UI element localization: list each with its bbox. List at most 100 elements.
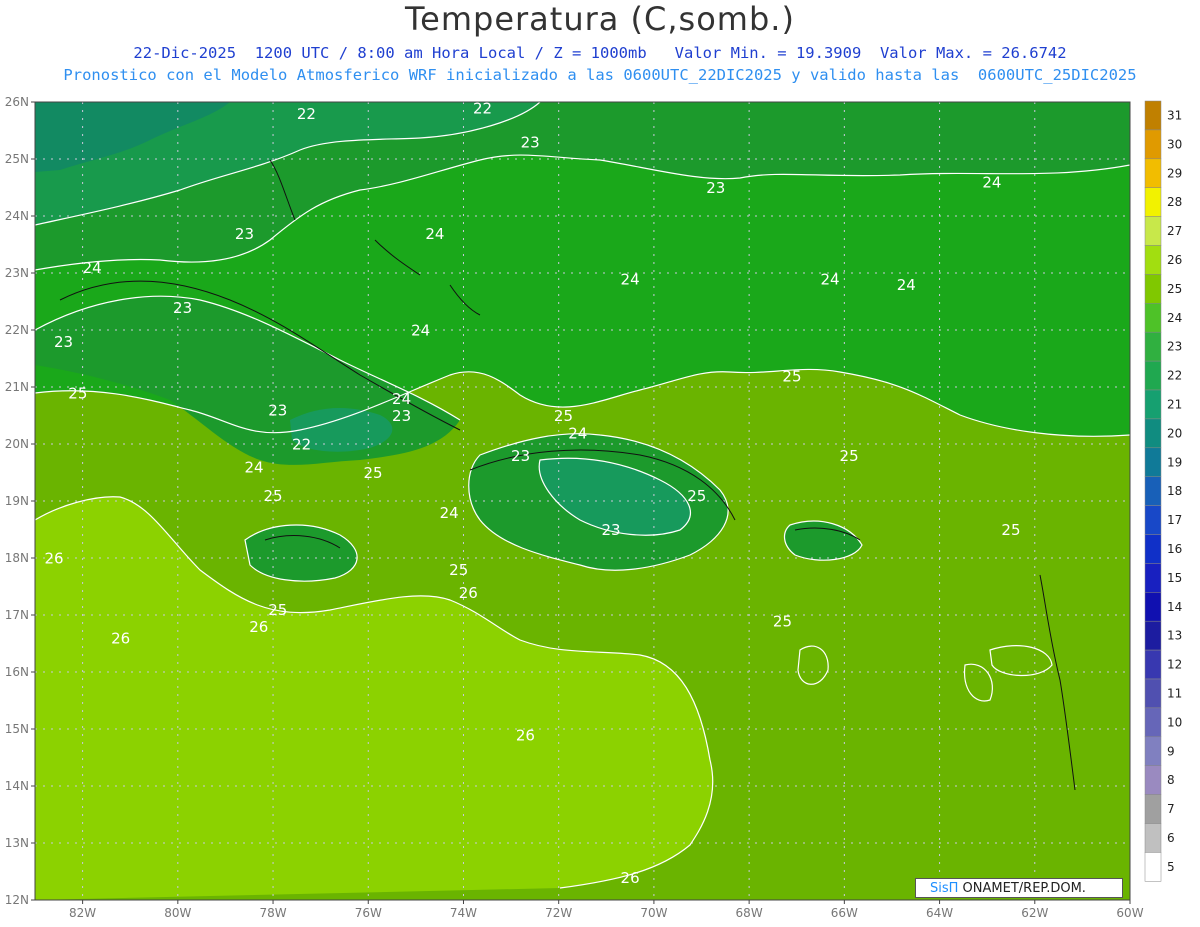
- colorbar-label: 10: [1167, 715, 1182, 729]
- contour-label: 24: [83, 259, 102, 277]
- colorbar-swatch: [1144, 389, 1162, 420]
- latitude-axis: 12N 13N 14N 15N 16N 17N 18N 19N 20N 21N 22N 23N 24N 2…: [5, 95, 35, 907]
- contour-label: 24: [244, 459, 263, 477]
- contour-label: 23: [521, 134, 540, 152]
- colorbar-label: 26: [1167, 253, 1182, 267]
- colorbar-swatch: [1144, 678, 1162, 709]
- lat-tick-label: 15N: [5, 722, 29, 736]
- contour-label: 25: [773, 612, 792, 630]
- colorbar-swatch: [1144, 852, 1162, 882]
- lon-tick-label: 60W: [1116, 906, 1143, 920]
- contour-label: 23: [706, 179, 725, 197]
- lat-tick-label: 22N: [5, 323, 29, 337]
- contour-label: 24: [621, 270, 640, 288]
- colorbar-swatch: [1144, 360, 1162, 391]
- contour-label: 25: [68, 384, 87, 402]
- colorbar-swatch: [1144, 303, 1162, 333]
- colorbar-label: 17: [1167, 513, 1182, 527]
- colorbar-swatch: [1144, 736, 1162, 766]
- colorbar-swatch: [1144, 563, 1162, 593]
- lat-tick-label: 18N: [5, 551, 29, 565]
- contour-label: 24: [440, 504, 459, 522]
- colorbar-label: 18: [1167, 484, 1182, 498]
- lon-tick-label: 72W: [545, 906, 572, 920]
- colorbar-label: 5: [1167, 860, 1175, 874]
- lon-tick-label: 80W: [164, 906, 191, 920]
- contour-label: 23: [511, 447, 530, 465]
- colorbar-label: 7: [1167, 802, 1175, 816]
- contour-label: 24: [568, 424, 587, 442]
- contour-label: 26: [516, 726, 535, 744]
- lon-tick-label: 64W: [926, 906, 953, 920]
- colorbar-label: 31: [1167, 108, 1182, 122]
- lat-tick-label: 26N: [5, 95, 29, 109]
- lon-tick-label: 76W: [355, 906, 382, 920]
- contour-label: 25: [554, 407, 573, 425]
- contour-label: 26: [111, 630, 130, 648]
- lat-tick-label: 19N: [5, 494, 29, 508]
- longitude-axis: 82W 80W 78W 76W 74W 72W 70W 68W 66W 64W 62W 60W: [69, 900, 1144, 920]
- contour-label: 25: [268, 601, 287, 619]
- contour-label: 23: [392, 407, 411, 425]
- contour-label: 22: [292, 436, 311, 454]
- contour-label: 25: [363, 464, 382, 482]
- contour-label: 26: [459, 584, 478, 602]
- colorbar-swatch: [1144, 245, 1162, 275]
- colorbar-swatch: [1144, 129, 1162, 160]
- lon-tick-label: 68W: [736, 906, 763, 920]
- contour-label: 24: [425, 225, 444, 243]
- colorbar-label: 14: [1167, 600, 1182, 614]
- colorbar-swatch: [1144, 649, 1162, 680]
- colorbar-label: 24: [1167, 311, 1182, 325]
- colorbar-label: 9: [1167, 744, 1175, 758]
- colorbar-label: 22: [1167, 369, 1182, 383]
- contour-label: 25: [1001, 521, 1020, 539]
- colorbar-label: 20: [1167, 426, 1182, 440]
- contour-label: 23: [173, 299, 192, 317]
- colorbar-swatch: [1144, 823, 1162, 853]
- contour-label: 23: [54, 333, 73, 351]
- colorbar-label: 11: [1167, 686, 1182, 700]
- colorbar-label: 8: [1167, 773, 1175, 787]
- colorbar-swatch: [1144, 418, 1162, 449]
- contour-label: 25: [449, 561, 468, 579]
- colorbar-swatch: [1144, 216, 1162, 246]
- contour-label: 22: [297, 105, 316, 123]
- contour-label: 25: [840, 447, 859, 465]
- lat-tick-label: 14N: [5, 779, 29, 793]
- colorbar-swatch: [1144, 592, 1162, 622]
- lon-tick-label: 74W: [450, 906, 477, 920]
- colorbar-label: 6: [1167, 831, 1175, 845]
- colorbar-swatch: [1144, 534, 1162, 564]
- colorbar-swatch: [1144, 447, 1162, 477]
- lat-tick-label: 12N: [5, 893, 29, 907]
- credit-box: SisΠ ONAMET/REP.DOM.: [915, 878, 1123, 898]
- contour-label: 23: [235, 225, 254, 243]
- colorbar-swatch: [1144, 765, 1162, 795]
- colorbar-swatch: [1144, 505, 1162, 535]
- temperature-colorbar: 31 30 29 28 27 26 25 24 23 22 21 20 19 18 17 16 15 14 13 12…: [1144, 100, 1182, 882]
- lat-tick-label: 16N: [5, 665, 29, 679]
- contour-label: 26: [44, 550, 63, 568]
- colorbar-label: 13: [1167, 629, 1182, 643]
- colorbar-label: 12: [1167, 658, 1182, 672]
- lat-tick-label: 23N: [5, 266, 29, 280]
- colorbar-swatch: [1144, 476, 1162, 506]
- colorbar-label: 27: [1167, 224, 1182, 238]
- colorbar-label: 16: [1167, 542, 1182, 556]
- contour-label: 24: [411, 322, 430, 340]
- contour-label: 25: [263, 487, 282, 505]
- contour-label: 24: [821, 270, 840, 288]
- lon-tick-label: 66W: [831, 906, 858, 920]
- lat-tick-label: 25N: [5, 152, 29, 166]
- contour-label: 25: [782, 367, 801, 385]
- colorbar-swatch: [1144, 331, 1162, 362]
- lat-tick-label: 13N: [5, 836, 29, 850]
- temperature-map[interactable]: 22 222323 2423 242424 24 242323242525 242323 25…: [0, 0, 1200, 927]
- colorbar-swatch: [1144, 707, 1162, 738]
- lon-tick-label: 78W: [259, 906, 286, 920]
- colorbar-label: 28: [1167, 195, 1182, 209]
- colorbar-label: 15: [1167, 571, 1182, 585]
- contour-label: 23: [602, 521, 621, 539]
- colorbar-label: 29: [1167, 166, 1182, 180]
